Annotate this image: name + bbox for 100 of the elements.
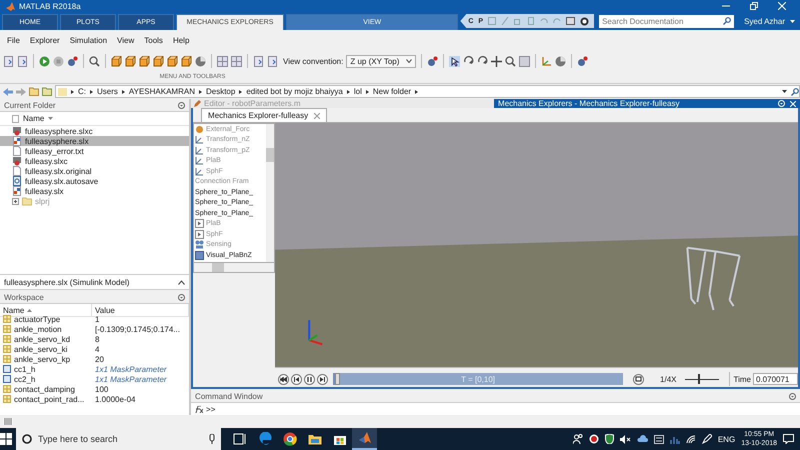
view-convention-dropdown[interactable]: Z up (XY Top) (346, 54, 416, 68)
notification-icon[interactable] (783, 434, 794, 444)
cube-icon[interactable] (125, 56, 136, 66)
file-row[interactable]: fulleasy.slx.original (0, 166, 190, 176)
dropdown-arrow-icon[interactable] (782, 90, 787, 93)
frame-icon (195, 135, 204, 144)
help-icon[interactable] (580, 16, 590, 26)
panel-menu-icon[interactable] (178, 102, 186, 108)
back-icon[interactable] (3, 88, 13, 96)
arrow-pointer-icon[interactable] (449, 56, 460, 66)
path-segment[interactable]: Users (97, 87, 118, 96)
toolbar-icon[interactable] (519, 56, 530, 66)
taskbar-search-field[interactable]: Type here to search (16, 428, 221, 450)
sort-caret-icon[interactable] (48, 117, 54, 120)
sort-caret-icon[interactable] (27, 308, 32, 312)
user-menu[interactable]: Syed Azhar (736, 16, 788, 26)
document-icon[interactable] (253, 56, 264, 66)
grid-icon[interactable] (4, 418, 14, 425)
keyboard-icon[interactable] (654, 434, 664, 444)
path-segment[interactable]: Desktop (206, 87, 236, 96)
wifi-icon[interactable] (686, 434, 696, 444)
file-row[interactable]: fulleasysphere.slxc (0, 126, 190, 136)
cache-file-icon (12, 126, 22, 136)
close-icon[interactable] (314, 112, 320, 118)
address-bar[interactable]: C: Users AYESHAKAMRAN Desktop edited bot by mojiz bhaiyya lol New folder (55, 85, 800, 98)
matlab-logo-icon[interactable] (358, 431, 372, 445)
search-icon[interactable] (723, 17, 732, 25)
edge-browser-icon[interactable] (258, 432, 272, 446)
scrollbar[interactable] (266, 124, 274, 262)
document-icon[interactable] (3, 56, 14, 66)
command-prompt[interactable]: >> (206, 404, 216, 414)
task-view-icon[interactable] (232, 433, 246, 445)
collapse-icon[interactable] (178, 280, 186, 284)
folder-up-icon[interactable] (29, 87, 39, 96)
volume-muted-icon[interactable] (620, 434, 631, 444)
path-segment[interactable]: edited bot by mojiz bhaiyya (246, 87, 343, 96)
step-back-button[interactable] (291, 374, 302, 385)
windows-start-icon[interactable] (0, 433, 12, 445)
file-row[interactable]: fulleasy.slx.autosave (0, 176, 190, 186)
time-field[interactable]: 0.070071 (753, 373, 798, 386)
cube-icon[interactable] (153, 56, 164, 66)
layout-icon[interactable] (566, 17, 576, 25)
pause-button[interactable] (304, 374, 316, 385)
menu-item[interactable]: Tools (144, 36, 163, 44)
grid-icon[interactable] (217, 56, 228, 66)
path-segment[interactable]: AYESHAKAMRAN (128, 87, 195, 96)
step-forward-button[interactable] (317, 374, 328, 385)
menu-item[interactable]: View (117, 36, 134, 44)
play-icon[interactable] (39, 56, 50, 66)
expand-icon[interactable] (12, 198, 19, 204)
loop-button-icon[interactable] (633, 374, 644, 385)
dropdown-caret-icon[interactable] (790, 20, 795, 22)
skip-back-button[interactable] (278, 374, 290, 385)
scrollbar[interactable] (193, 263, 276, 273)
column-header[interactable]: Name (23, 114, 44, 123)
axes-icon[interactable] (541, 56, 552, 66)
cube-icon[interactable] (111, 56, 122, 66)
move-icon[interactable] (491, 56, 502, 66)
rotate-icon[interactable] (463, 56, 474, 66)
file-row[interactable]: fulleasy_error.txt (0, 146, 190, 156)
language-indicator[interactable]: ENG (718, 434, 736, 444)
rotate-icon[interactable] (477, 56, 488, 66)
cube-icon[interactable] (167, 56, 178, 66)
menu-item[interactable]: Simulation (70, 36, 108, 44)
path-segment[interactable]: lol (354, 87, 362, 96)
record-icon[interactable] (588, 434, 599, 444)
file-row[interactable]: fulleasy.slxc (0, 156, 190, 166)
microphone-icon[interactable] (209, 434, 215, 444)
search-field[interactable]: Search Documentation (599, 14, 734, 28)
file-row[interactable]: fulleasysphere.slx (0, 136, 190, 146)
sphere-icon[interactable] (195, 56, 206, 66)
document-icon[interactable] (17, 56, 28, 66)
speed-slider[interactable] (684, 374, 719, 384)
document-icon[interactable] (267, 56, 278, 66)
zoom-icon[interactable] (89, 56, 100, 66)
file-row[interactable]: fulleasy.slx (0, 186, 190, 196)
grid-icon[interactable] (231, 56, 242, 66)
people-icon[interactable] (572, 434, 583, 444)
cube-icon[interactable] (139, 56, 150, 66)
explorer-tab[interactable]: Mechanics Explorer-fulleasy (201, 108, 328, 122)
browse-folder-icon[interactable] (42, 87, 52, 96)
file-explorer-icon[interactable] (308, 433, 322, 445)
menu-item[interactable]: Explorer (30, 36, 60, 44)
bar-meter-icon[interactable] (670, 434, 680, 444)
menu-item[interactable]: File (7, 36, 20, 44)
column-header[interactable]: Value (92, 304, 190, 317)
cloud-icon[interactable] (636, 435, 648, 443)
cube-icon[interactable] (181, 56, 192, 66)
chrome-browser-icon[interactable] (282, 432, 296, 446)
shield-icon[interactable] (604, 434, 614, 444)
zoom-icon[interactable] (505, 56, 516, 66)
sphere-icon[interactable] (555, 56, 566, 66)
menu-item[interactable]: Help (172, 36, 190, 44)
path-segment[interactable]: C: (78, 87, 86, 96)
panel-menu-icon[interactable] (178, 294, 186, 301)
restore-icon[interactable] (750, 2, 758, 10)
pen-icon[interactable] (702, 434, 712, 444)
panel-menu-icon[interactable] (789, 393, 796, 400)
search-icon[interactable] (791, 88, 799, 96)
path-segment[interactable]: New folder (372, 87, 412, 96)
